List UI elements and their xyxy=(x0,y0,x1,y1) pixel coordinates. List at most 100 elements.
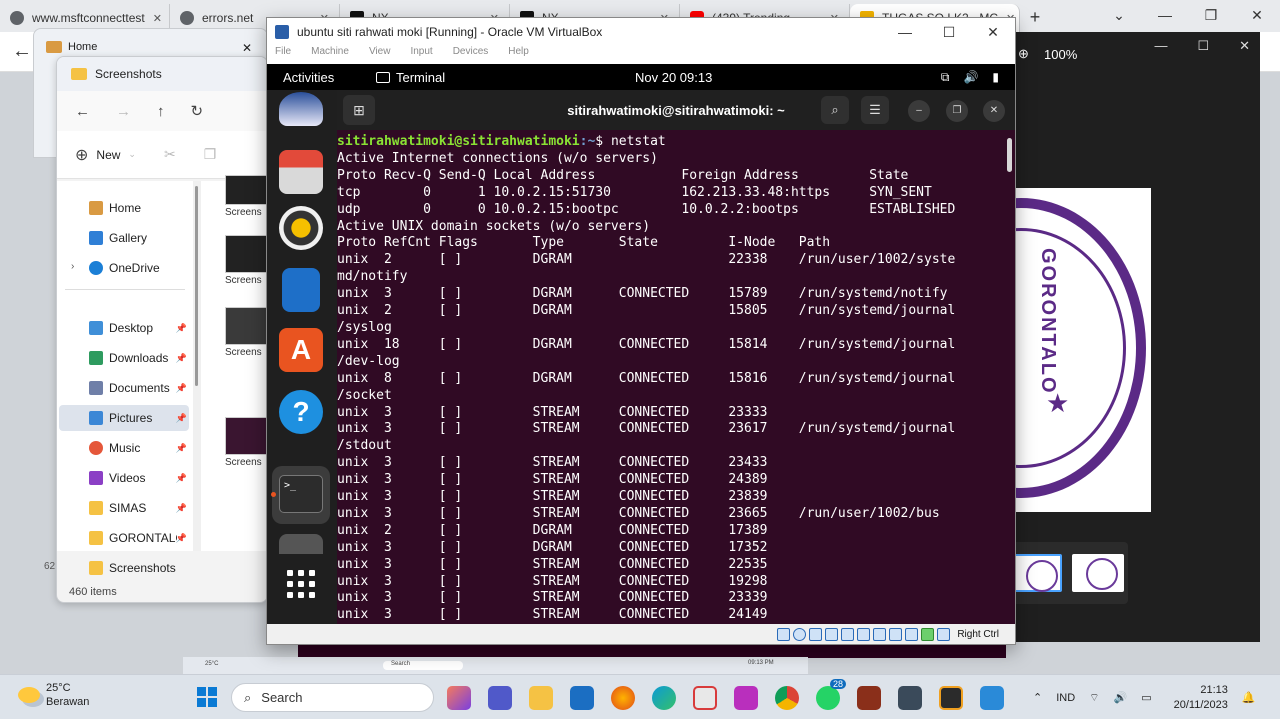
edge-icon[interactable] xyxy=(652,686,676,710)
menu-help[interactable]: Help xyxy=(508,46,529,64)
virtualbox-icon[interactable] xyxy=(570,686,594,710)
winrar-icon[interactable] xyxy=(857,686,881,710)
pin-icon[interactable]: 📌 xyxy=(176,473,187,484)
clock[interactable]: Nov 20 09:13 xyxy=(635,70,712,85)
back-arrow-icon[interactable]: ← xyxy=(12,40,32,63)
drive-icon[interactable] xyxy=(279,534,323,554)
cut-icon[interactable]: ✂ xyxy=(164,146,176,163)
notification-bell-icon[interactable]: 🔔 xyxy=(1242,691,1256,704)
thumbnail-selected[interactable] xyxy=(1010,554,1062,592)
scrollbar[interactable] xyxy=(193,181,201,551)
taskbar-search[interactable]: ⌕ Search xyxy=(231,683,434,712)
nav-item-gallery[interactable]: Gallery xyxy=(87,225,189,251)
maximize-icon[interactable]: ☐ xyxy=(927,18,971,46)
pin-icon[interactable]: 📌 xyxy=(176,443,187,454)
audio-icon[interactable] xyxy=(809,627,823,641)
usb-icon[interactable] xyxy=(841,627,855,641)
menu-file[interactable]: File xyxy=(275,46,291,64)
chevron-right-icon[interactable]: › xyxy=(71,261,74,272)
search-icon[interactable]: ⌕ xyxy=(821,96,849,124)
cpu-icon[interactable] xyxy=(905,627,919,641)
chrome-icon[interactable] xyxy=(775,686,799,710)
mouse-integration-icon[interactable] xyxy=(921,627,935,641)
nav-item-simas[interactable]: SIMAS 📌 xyxy=(87,495,189,521)
copilot-icon[interactable] xyxy=(447,686,471,710)
file-thumbnail[interactable]: Screens xyxy=(225,235,267,286)
restore-icon[interactable]: ☐ xyxy=(1197,38,1209,54)
maximize-icon[interactable]: ❐ xyxy=(946,100,968,122)
shared-folders-icon[interactable] xyxy=(857,627,871,641)
thunderbird-icon[interactable] xyxy=(279,92,323,126)
file-thumbnail[interactable]: Screens xyxy=(225,307,267,358)
menu-input[interactable]: Input xyxy=(410,46,432,64)
teams-icon[interactable] xyxy=(488,686,512,710)
minimize-icon[interactable]: — xyxy=(883,18,927,46)
new-tab-button[interactable]: + xyxy=(1020,7,1050,28)
libreoffice-writer-icon[interactable] xyxy=(282,268,320,312)
cube-app-icon[interactable] xyxy=(898,686,922,710)
recording-icon[interactable] xyxy=(889,627,903,641)
nav-item-onedrive[interactable]: OneDrive xyxy=(87,255,189,281)
display-icon[interactable] xyxy=(873,627,887,641)
chevron-down-icon[interactable]: ⌄ xyxy=(1096,0,1142,30)
terminal-output[interactable]: sitirahwatimoki@sitirahwatimoki:~$ netst… xyxy=(337,130,1015,624)
nav-item-screenshots[interactable]: Screenshots xyxy=(87,555,189,581)
file-explorer-icon[interactable] xyxy=(529,686,553,710)
weather-widget[interactable]: 25°C Berawan xyxy=(18,681,89,709)
network-icon[interactable] xyxy=(825,627,839,641)
paint-app-icon[interactable] xyxy=(980,686,1004,710)
minimize-icon[interactable]: – xyxy=(908,100,930,122)
volume-icon[interactable]: 🔊 xyxy=(1114,691,1128,704)
back-arrow-icon[interactable]: ← xyxy=(75,103,90,120)
hamburger-menu-icon[interactable]: ☰ xyxy=(861,96,889,124)
pin-icon[interactable]: 📌 xyxy=(176,413,187,424)
clock[interactable]: 21:13 20/11/2023 xyxy=(1174,683,1228,713)
app-menu[interactable]: Terminal xyxy=(376,70,445,85)
pin-icon[interactable]: 📌 xyxy=(176,353,187,364)
up-arrow-icon[interactable]: ↑ xyxy=(157,103,165,120)
close-icon[interactable]: ✕ xyxy=(1239,38,1250,54)
menu-view[interactable]: View xyxy=(369,46,391,64)
pin-icon[interactable]: 📌 xyxy=(176,533,187,544)
zoom-in-icon[interactable]: ⊕ xyxy=(1018,46,1029,62)
rhythmbox-icon[interactable] xyxy=(279,206,323,250)
restore-icon[interactable]: ❐ xyxy=(1188,0,1234,30)
file-thumbnail[interactable]: Screens xyxy=(225,417,267,468)
chevron-up-icon[interactable]: ⌃ xyxy=(1033,691,1042,704)
pin-icon[interactable]: 📌 xyxy=(176,323,187,334)
app-center-icon[interactable]: A xyxy=(279,328,323,372)
terminal-dock-item[interactable]: >_ xyxy=(272,466,330,524)
refresh-icon[interactable]: ↻ xyxy=(191,102,204,120)
scrollbar[interactable] xyxy=(1007,138,1012,172)
firefox-icon[interactable] xyxy=(611,686,635,710)
files-icon[interactable] xyxy=(279,150,323,194)
snipping-tool-icon[interactable] xyxy=(693,686,717,710)
help-icon[interactable]: ? xyxy=(279,390,323,434)
close-icon[interactable]: ✕ xyxy=(242,41,252,55)
menu-devices[interactable]: Devices xyxy=(453,46,489,64)
file-thumbnail[interactable]: Screens xyxy=(225,175,267,225)
whatsapp-icon[interactable]: 28 xyxy=(816,679,846,710)
hard-disk-icon[interactable] xyxy=(777,627,791,641)
nav-item-videos[interactable]: Videos 📌 xyxy=(87,465,189,491)
show-apps-icon[interactable] xyxy=(287,570,315,598)
nav-item-pictures[interactable]: Pictures 📌 xyxy=(59,405,189,431)
optical-drive-icon[interactable] xyxy=(793,627,807,641)
chevron-down-icon[interactable]: ⌄ xyxy=(128,149,136,160)
copy-icon[interactable]: ❐ xyxy=(204,146,217,163)
nav-item-home[interactable]: Home xyxy=(87,195,189,221)
system-tray[interactable]: ⧉ 🔊 ▮ xyxy=(941,70,999,85)
nav-item-music[interactable]: Music 📌 xyxy=(87,435,189,461)
minimize-icon[interactable]: — xyxy=(1154,38,1167,54)
nav-item-documents[interactable]: Documents 📌 xyxy=(87,375,189,401)
wifi-icon[interactable]: ⌔ xyxy=(1089,691,1099,705)
forward-arrow-icon[interactable]: → xyxy=(116,103,131,120)
nav-item-downloads[interactable]: Downloads 📌 xyxy=(87,345,189,371)
nav-item-desktop[interactable]: Desktop 📌 xyxy=(87,315,189,341)
tab-home[interactable]: Home ✕ xyxy=(46,41,252,55)
pin-icon[interactable]: 📌 xyxy=(176,503,187,514)
battery-icon[interactable]: ▭ xyxy=(1141,691,1151,704)
close-icon[interactable]: ✕ xyxy=(971,18,1015,46)
keyboard-icon[interactable] xyxy=(937,627,951,641)
scrollbar-thumb[interactable] xyxy=(195,186,198,386)
